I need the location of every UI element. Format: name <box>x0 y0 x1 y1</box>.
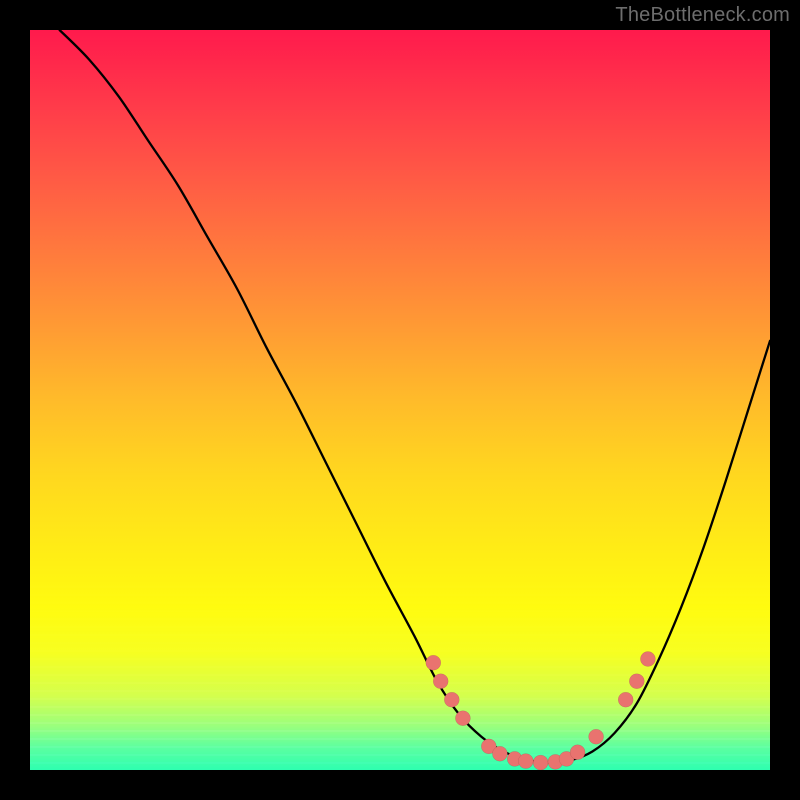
data-marker <box>518 754 533 769</box>
data-marker <box>455 711 470 726</box>
data-marker <box>426 655 441 670</box>
data-marker <box>444 692 459 707</box>
data-marker <box>589 729 604 744</box>
data-marker <box>570 745 585 760</box>
watermark-text: TheBottleneck.com <box>615 4 790 27</box>
data-marker <box>433 674 448 689</box>
chart-frame: TheBottleneck.com <box>0 0 800 800</box>
curve-layer <box>30 30 770 770</box>
plot-area <box>30 30 770 770</box>
data-marker <box>640 652 655 667</box>
marker-group <box>426 652 656 771</box>
data-marker <box>618 692 633 707</box>
data-marker <box>492 746 507 761</box>
data-marker <box>533 755 548 770</box>
data-marker <box>629 674 644 689</box>
bottleneck-curve <box>60 30 770 763</box>
